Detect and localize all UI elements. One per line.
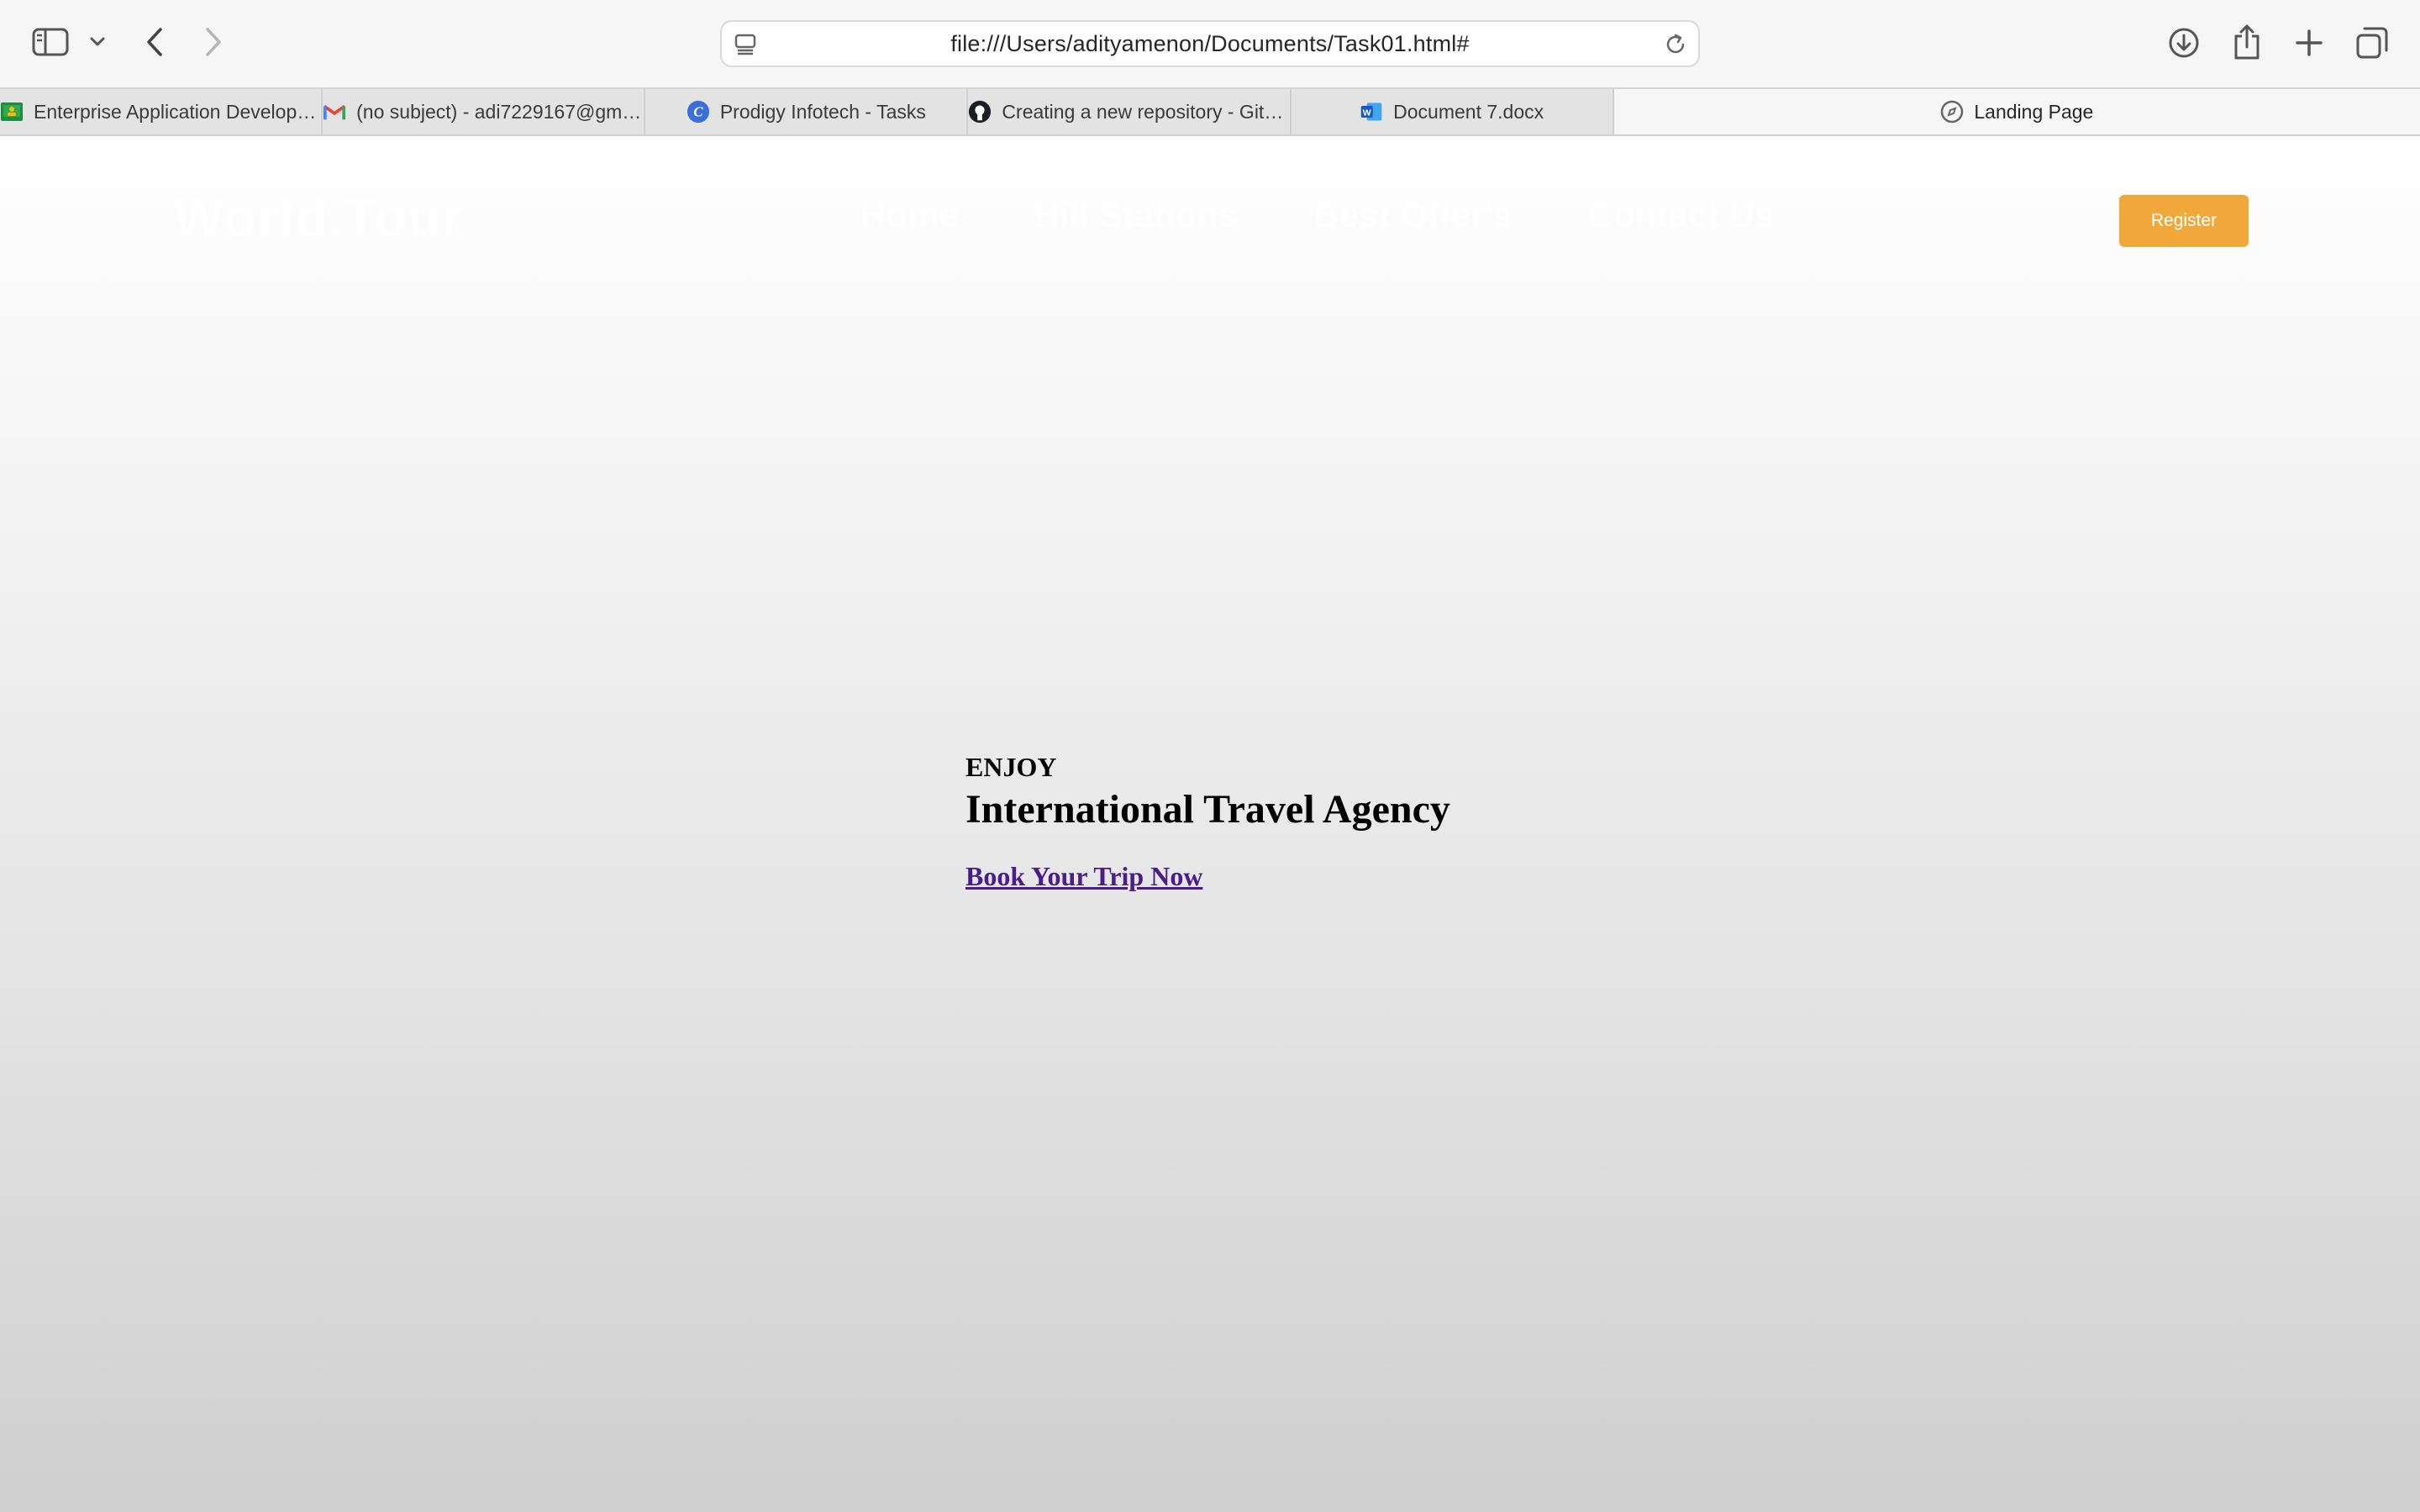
url-text[interactable]: file:///Users/adityamenon/Documents/Task… [722,31,1698,57]
tab-title: (no subject) - adi7229167@gmail.... [356,100,644,123]
tab-enterprise[interactable]: Enterprise Application Developmen... [0,89,324,134]
hero-eyebrow: ENJOY [965,752,1057,782]
plus-icon[interactable] [2292,25,2326,60]
page-settings-icon[interactable] [734,34,759,55]
prodigy-icon: C [687,100,710,123]
hero-headline: International Travel Agency [965,787,1450,832]
tab-title: Enterprise Application Developmen... [34,100,322,123]
hero-section: ENJOY International Travel Agency Book Y… [965,752,1450,892]
share-icon[interactable] [2230,22,2264,62]
site-nav: Home Hill Stations Best Offer's Contact … [860,195,1775,235]
svg-text:W: W [1363,108,1371,118]
site-logo[interactable]: World.Tour [173,186,463,249]
tab-title: Prodigy Infotech - Tasks [719,100,926,123]
address-bar[interactable]: file:///Users/adityamenon/Documents/Task… [720,20,1700,67]
tab-gmail[interactable]: (no subject) - adi7229167@gmail.... [323,89,646,134]
compass-icon [1940,100,1964,123]
tab-title: Landing Page [1974,100,2094,123]
github-icon [968,100,992,123]
nav-home[interactable]: Home [860,195,959,235]
reload-icon[interactable] [1663,32,1688,57]
gmail-icon [323,100,346,123]
nav-hill-stations[interactable]: Hill Stations [1034,195,1239,235]
chevron-down-icon[interactable] [87,29,108,55]
forward-arrow-icon[interactable] [197,24,230,60]
tab-title: Creating a new repository - GitHu... [1002,100,1290,123]
back-arrow-icon[interactable] [138,24,171,60]
tab-title: Document 7.docx [1393,100,1544,123]
tab-prodigy[interactable]: C Prodigy Infotech - Tasks [645,89,969,134]
svg-text:C: C [693,104,703,120]
nav-best-offers[interactable]: Best Offer's [1313,195,1512,235]
browser-toolbar: file:///Users/adityamenon/Documents/Task… [0,0,2420,87]
register-button[interactable]: Register [2119,195,2249,247]
tab-bar: Enterprise Application Developmen... (no… [0,87,2420,136]
word-icon: W [1360,100,1383,123]
tab-overview-icon[interactable] [2354,25,2390,60]
sidebar-icon[interactable] [30,25,71,59]
web-page: World.Tour Home Hill Stations Best Offer… [0,136,2420,1512]
google-classroom-icon [0,100,24,123]
book-trip-link[interactable]: Book Your Trip Now [965,861,1202,892]
download-icon[interactable] [2166,25,2202,60]
tab-document[interactable]: W Document 7.docx [1292,89,1614,134]
nav-contact-us[interactable]: Contact Us [1588,195,1775,235]
tab-landing-page[interactable]: Landing Page [1613,89,2420,134]
tab-github[interactable]: Creating a new repository - GitHu... [968,89,1292,134]
